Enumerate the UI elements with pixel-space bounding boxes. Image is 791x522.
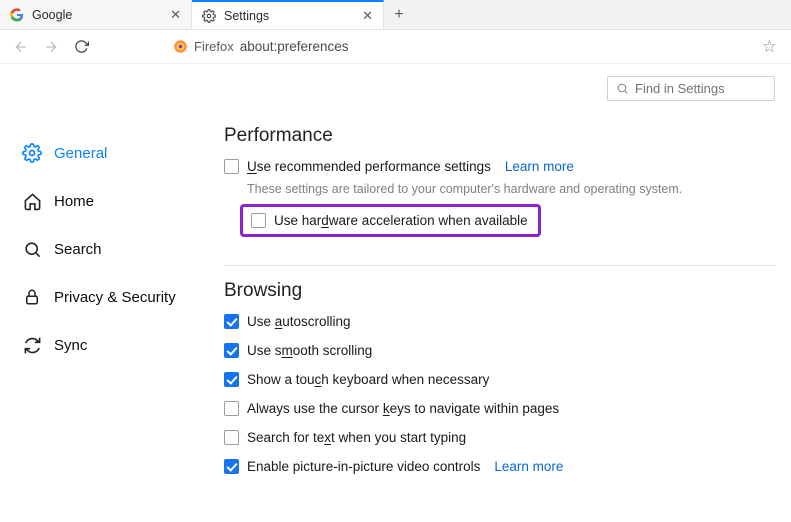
smooth-scroll-row: Use smooth scrolling (224, 343, 775, 358)
url-bar[interactable]: Firefox about:preferences ☆ (173, 33, 783, 61)
perf-recommended-checkbox[interactable] (224, 159, 239, 174)
forward-button[interactable] (38, 34, 64, 60)
cursor-nav-label: Always use the cursor keys to navigate w… (247, 401, 559, 416)
sidebar-item-label: Privacy & Security (54, 289, 176, 306)
gear-icon (202, 9, 216, 23)
new-tab-button[interactable]: + (384, 0, 414, 29)
tab-label: Google (32, 8, 162, 22)
tab-google[interactable]: Google ✕ (0, 0, 192, 29)
autoscroll-row: Use autoscrolling (224, 314, 775, 329)
sidebar: General Home Search Privacy & Security S… (0, 64, 200, 522)
close-icon[interactable]: ✕ (170, 7, 181, 23)
autoscroll-label: Use autoscrolling (247, 314, 351, 329)
main-panel: Find in Settings Performance Use recomme… (200, 64, 791, 522)
perf-learn-more-link[interactable]: Learn more (505, 159, 574, 174)
search-text-row: Search for text when you start typing (224, 430, 775, 445)
hw-accel-label: Use hardware acceleration when available (274, 213, 528, 228)
browsing-title: Browsing (224, 280, 775, 302)
hw-accel-checkbox[interactable] (251, 213, 266, 228)
sidebar-item-label: Home (54, 193, 94, 210)
bookmark-star-icon[interactable]: ☆ (756, 33, 783, 61)
cursor-nav-checkbox[interactable] (224, 401, 239, 416)
touch-keyboard-label: Show a touch keyboard when necessary (247, 372, 489, 387)
sidebar-item-sync[interactable]: Sync (22, 326, 200, 364)
tab-strip: Google ✕ Settings ✕ + (0, 0, 791, 30)
cursor-nav-row: Always use the cursor keys to navigate w… (224, 401, 775, 416)
divider (224, 265, 775, 266)
lock-icon (22, 287, 42, 307)
performance-title: Performance (224, 125, 775, 147)
identity-box: Firefox (173, 39, 234, 54)
sync-icon (22, 335, 42, 355)
pip-learn-more-link[interactable]: Learn more (494, 459, 563, 474)
home-icon (22, 191, 42, 211)
touch-keyboard-checkbox[interactable] (224, 372, 239, 387)
touch-keyboard-row: Show a touch keyboard when necessary (224, 372, 775, 387)
search-icon (616, 82, 629, 95)
search-text-checkbox[interactable] (224, 430, 239, 445)
sidebar-item-search[interactable]: Search (22, 230, 200, 268)
firefox-icon (173, 39, 188, 54)
url-text: about:preferences (240, 39, 349, 54)
sidebar-item-general[interactable]: General (22, 134, 200, 172)
find-placeholder: Find in Settings (635, 81, 725, 96)
toolbar: Firefox about:preferences ☆ (0, 30, 791, 64)
google-icon (10, 8, 24, 22)
identity-label: Firefox (194, 39, 234, 54)
pip-checkbox[interactable] (224, 459, 239, 474)
smooth-scroll-checkbox[interactable] (224, 343, 239, 358)
sidebar-item-label: Sync (54, 337, 87, 354)
search-icon (22, 239, 42, 259)
pip-label: Enable picture-in-picture video controls (247, 459, 480, 474)
gear-icon (22, 143, 42, 163)
perf-desc: These settings are tailored to your comp… (247, 182, 775, 196)
sidebar-item-privacy[interactable]: Privacy & Security (22, 278, 200, 316)
sidebar-item-label: Search (54, 241, 102, 258)
autoscroll-checkbox[interactable] (224, 314, 239, 329)
content-area: General Home Search Privacy & Security S… (0, 64, 791, 522)
find-in-settings-input[interactable]: Find in Settings (607, 76, 775, 101)
sidebar-item-label: General (54, 145, 107, 162)
reload-button[interactable] (68, 34, 94, 60)
back-button[interactable] (8, 34, 34, 60)
perf-recommended-row: Use recommended performance settings Lea… (224, 159, 775, 174)
tab-settings[interactable]: Settings ✕ (192, 0, 384, 29)
pip-row: Enable picture-in-picture video controls… (224, 459, 775, 474)
tab-label: Settings (224, 9, 354, 23)
sidebar-item-home[interactable]: Home (22, 182, 200, 220)
close-icon[interactable]: ✕ (362, 8, 373, 24)
search-text-label: Search for text when you start typing (247, 430, 466, 445)
perf-recommended-label: Use recommended performance settings (247, 159, 491, 174)
smooth-scroll-label: Use smooth scrolling (247, 343, 372, 358)
hw-accel-highlight: Use hardware acceleration when available (240, 204, 541, 237)
